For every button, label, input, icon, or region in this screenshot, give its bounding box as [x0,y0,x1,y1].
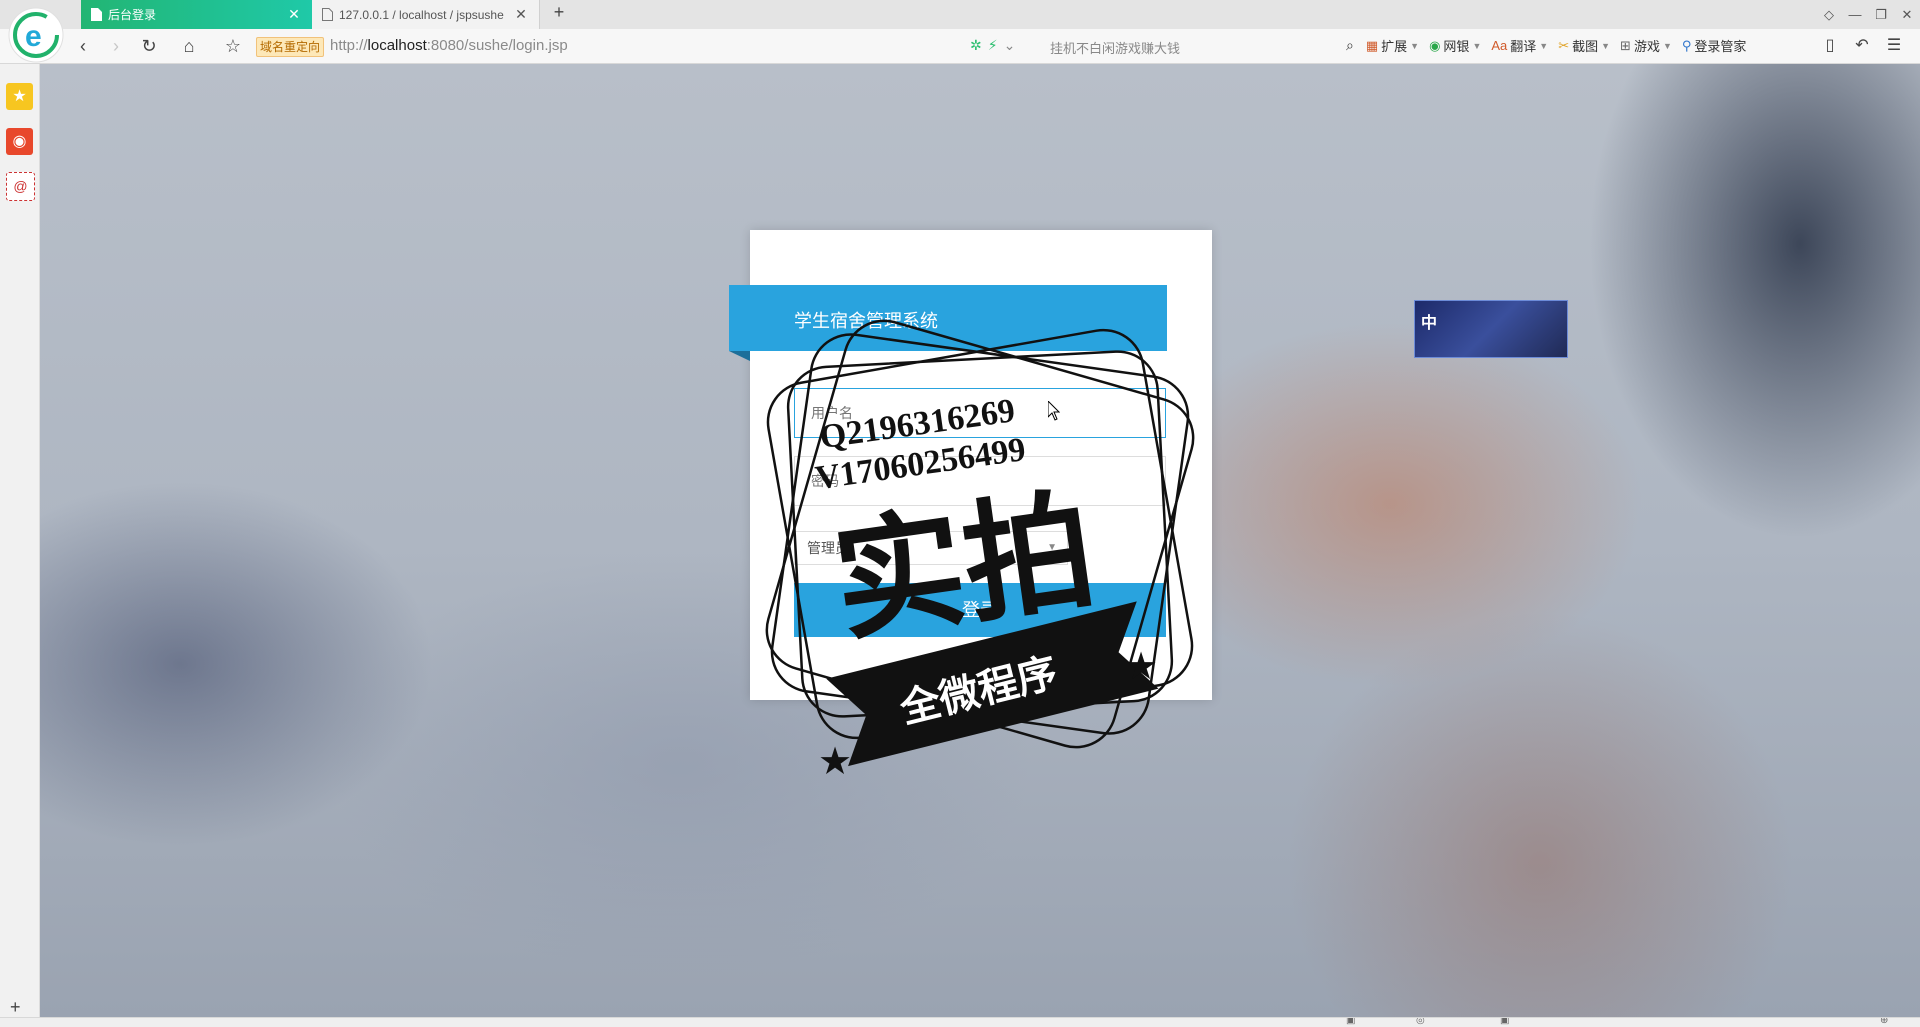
toolbar-item-extension[interactable]: ▦ 扩展 ▼ [1366,36,1419,55]
translate-icon: Aa [1491,38,1508,53]
chevron-down-icon[interactable]: ⌄ [1004,37,1016,54]
undo-icon[interactable]: ↶ [1846,34,1878,58]
forward-icon[interactable]: › [103,34,129,58]
chevron-down-icon: ▼ [1472,40,1482,51]
status-icon[interactable]: ▣ [1500,1018,1509,1026]
screenshot-icon: ✂ [1558,37,1570,53]
login-title-banner: 学生宿舍管理系统 [729,285,1167,361]
toolbar-tail: ▯ ↶ ☰ [1814,34,1910,58]
browser-sidebar: ★ ◉ @ + [0,64,40,1026]
restore-icon[interactable]: ❐ [1868,7,1894,23]
toolbar-extensions: ⌕ ▦ 扩展 ▼ ◉ 网银 ▼ Aa 翻译 ▼ ✂ 截图 ▼ ⊞ 游戏 ▼ ⚲ 登录管家 [1346,36,1756,55]
add-sidebar-icon[interactable]: + [10,997,21,1018]
star-icon: ★ [818,739,852,783]
browser-logo-icon[interactable]: e [7,6,65,64]
chevron-down-icon: ▼ [1539,40,1549,51]
document-icon [91,8,102,21]
home-icon[interactable]: ⌂ [176,34,202,58]
status-icon[interactable]: ◎ [1416,1018,1425,1026]
security-icon[interactable]: ✲ [970,37,982,54]
extension-icon: ▦ [1365,37,1379,53]
login-button[interactable]: 登录 [794,583,1166,637]
favorites-star-icon[interactable]: ★ [6,83,33,110]
refresh-icon[interactable]: ↻ [136,34,162,58]
role-select-value: 管理员 [807,540,849,556]
reading-mode-icon[interactable]: ▯ [1814,34,1846,58]
lightning-icon[interactable]: ⚡ [988,37,998,54]
skin-icon[interactable]: ◇ [1816,7,1842,23]
toolbar-item-game[interactable]: ⊞ 游戏 ▼ [1620,36,1672,55]
password-input[interactable] [794,456,1166,506]
new-tab-button[interactable]: + [548,2,570,23]
back-icon[interactable]: ‹ [70,34,96,58]
chevron-down-icon: ▼ [1410,40,1420,51]
menu-icon[interactable]: ☰ [1878,34,1910,58]
tab-login[interactable]: 后台登录 ✕ [81,0,312,29]
game-icon: ⊞ [1620,37,1631,53]
key-icon: ⚲ [1681,37,1692,53]
minimize-icon[interactable]: — [1842,7,1868,22]
username-input[interactable] [794,388,1166,438]
mail-icon[interactable]: @ [6,172,35,201]
bookmark-star-icon[interactable]: ☆ [220,34,246,58]
chevron-down-icon: ▼ [1662,40,1672,51]
redirect-badge[interactable]: 域名重定向 [256,37,325,57]
address-bar[interactable]: http://localhost:8080/sushe/login.jsp [330,36,568,56]
status-icon[interactable]: ▣ [1346,1018,1355,1026]
shield-icon: ◉ [1429,37,1441,53]
weibo-icon[interactable]: ◉ [6,128,33,155]
window-controls: ◇ — ❐ ✕ [1816,0,1920,29]
close-icon[interactable]: ✕ [513,6,529,23]
floating-game-widget[interactable]: 中 [1414,300,1568,358]
toolbar-item-bank[interactable]: ◉ 网银 ▼ [1429,36,1481,55]
role-select[interactable]: 管理员 ▼ [794,531,1068,565]
url-path: :8080/sushe/login.jsp [426,37,568,54]
url-host: localhost [367,37,427,54]
address-tools: ✲ ⚡ ⌄ [970,37,1015,54]
toolbar-item-screenshot[interactable]: ✂ 截图 ▼ [1558,36,1610,55]
page-content: 学生宿舍管理系统 管理员 ▼ 登录 Q2196316269 V170602564… [40,64,1920,1017]
system-title: 学生宿舍管理系统 [794,311,938,331]
browser-toolbar: ‹ › ↻ ⌂ ☆ 域名重定向 http://localhost:8080/su… [0,29,1920,64]
zoom-icon[interactable]: ⊕ [1880,1018,1888,1026]
login-panel: 学生宿舍管理系统 管理员 ▼ 登录 [729,230,1212,700]
search-hint-text[interactable]: 挂机不白闲游戏赚大钱 [1050,38,1180,57]
close-window-icon[interactable]: ✕ [1894,7,1920,23]
mouse-cursor-icon [1048,401,1060,421]
float-widget-label: 中 [1421,315,1438,332]
chevron-down-icon: ▼ [1047,542,1057,553]
toolbar-item-login-manager[interactable]: ⚲ 登录管家 [1682,36,1747,55]
close-icon[interactable]: ✕ [286,6,302,23]
search-icon[interactable]: ⌕ [1346,37,1354,54]
chevron-down-icon: ▼ [1601,40,1611,51]
tab-phpmyadmin[interactable]: 127.0.0.1 / localhost / jspsushe ✕ [312,0,540,29]
browser-tab-strip: 后台登录 ✕ 127.0.0.1 / localhost / jspsushe … [0,0,1920,30]
svg-text:e: e [25,20,42,53]
url-scheme: http:// [330,37,368,54]
toolbar-item-translate[interactable]: Aa 翻译 ▼ [1491,36,1548,55]
tab-phpmyadmin-label: 127.0.0.1 / localhost / jspsushe [339,7,504,22]
document-icon [322,8,333,21]
tab-login-label: 后台登录 [108,8,157,22]
